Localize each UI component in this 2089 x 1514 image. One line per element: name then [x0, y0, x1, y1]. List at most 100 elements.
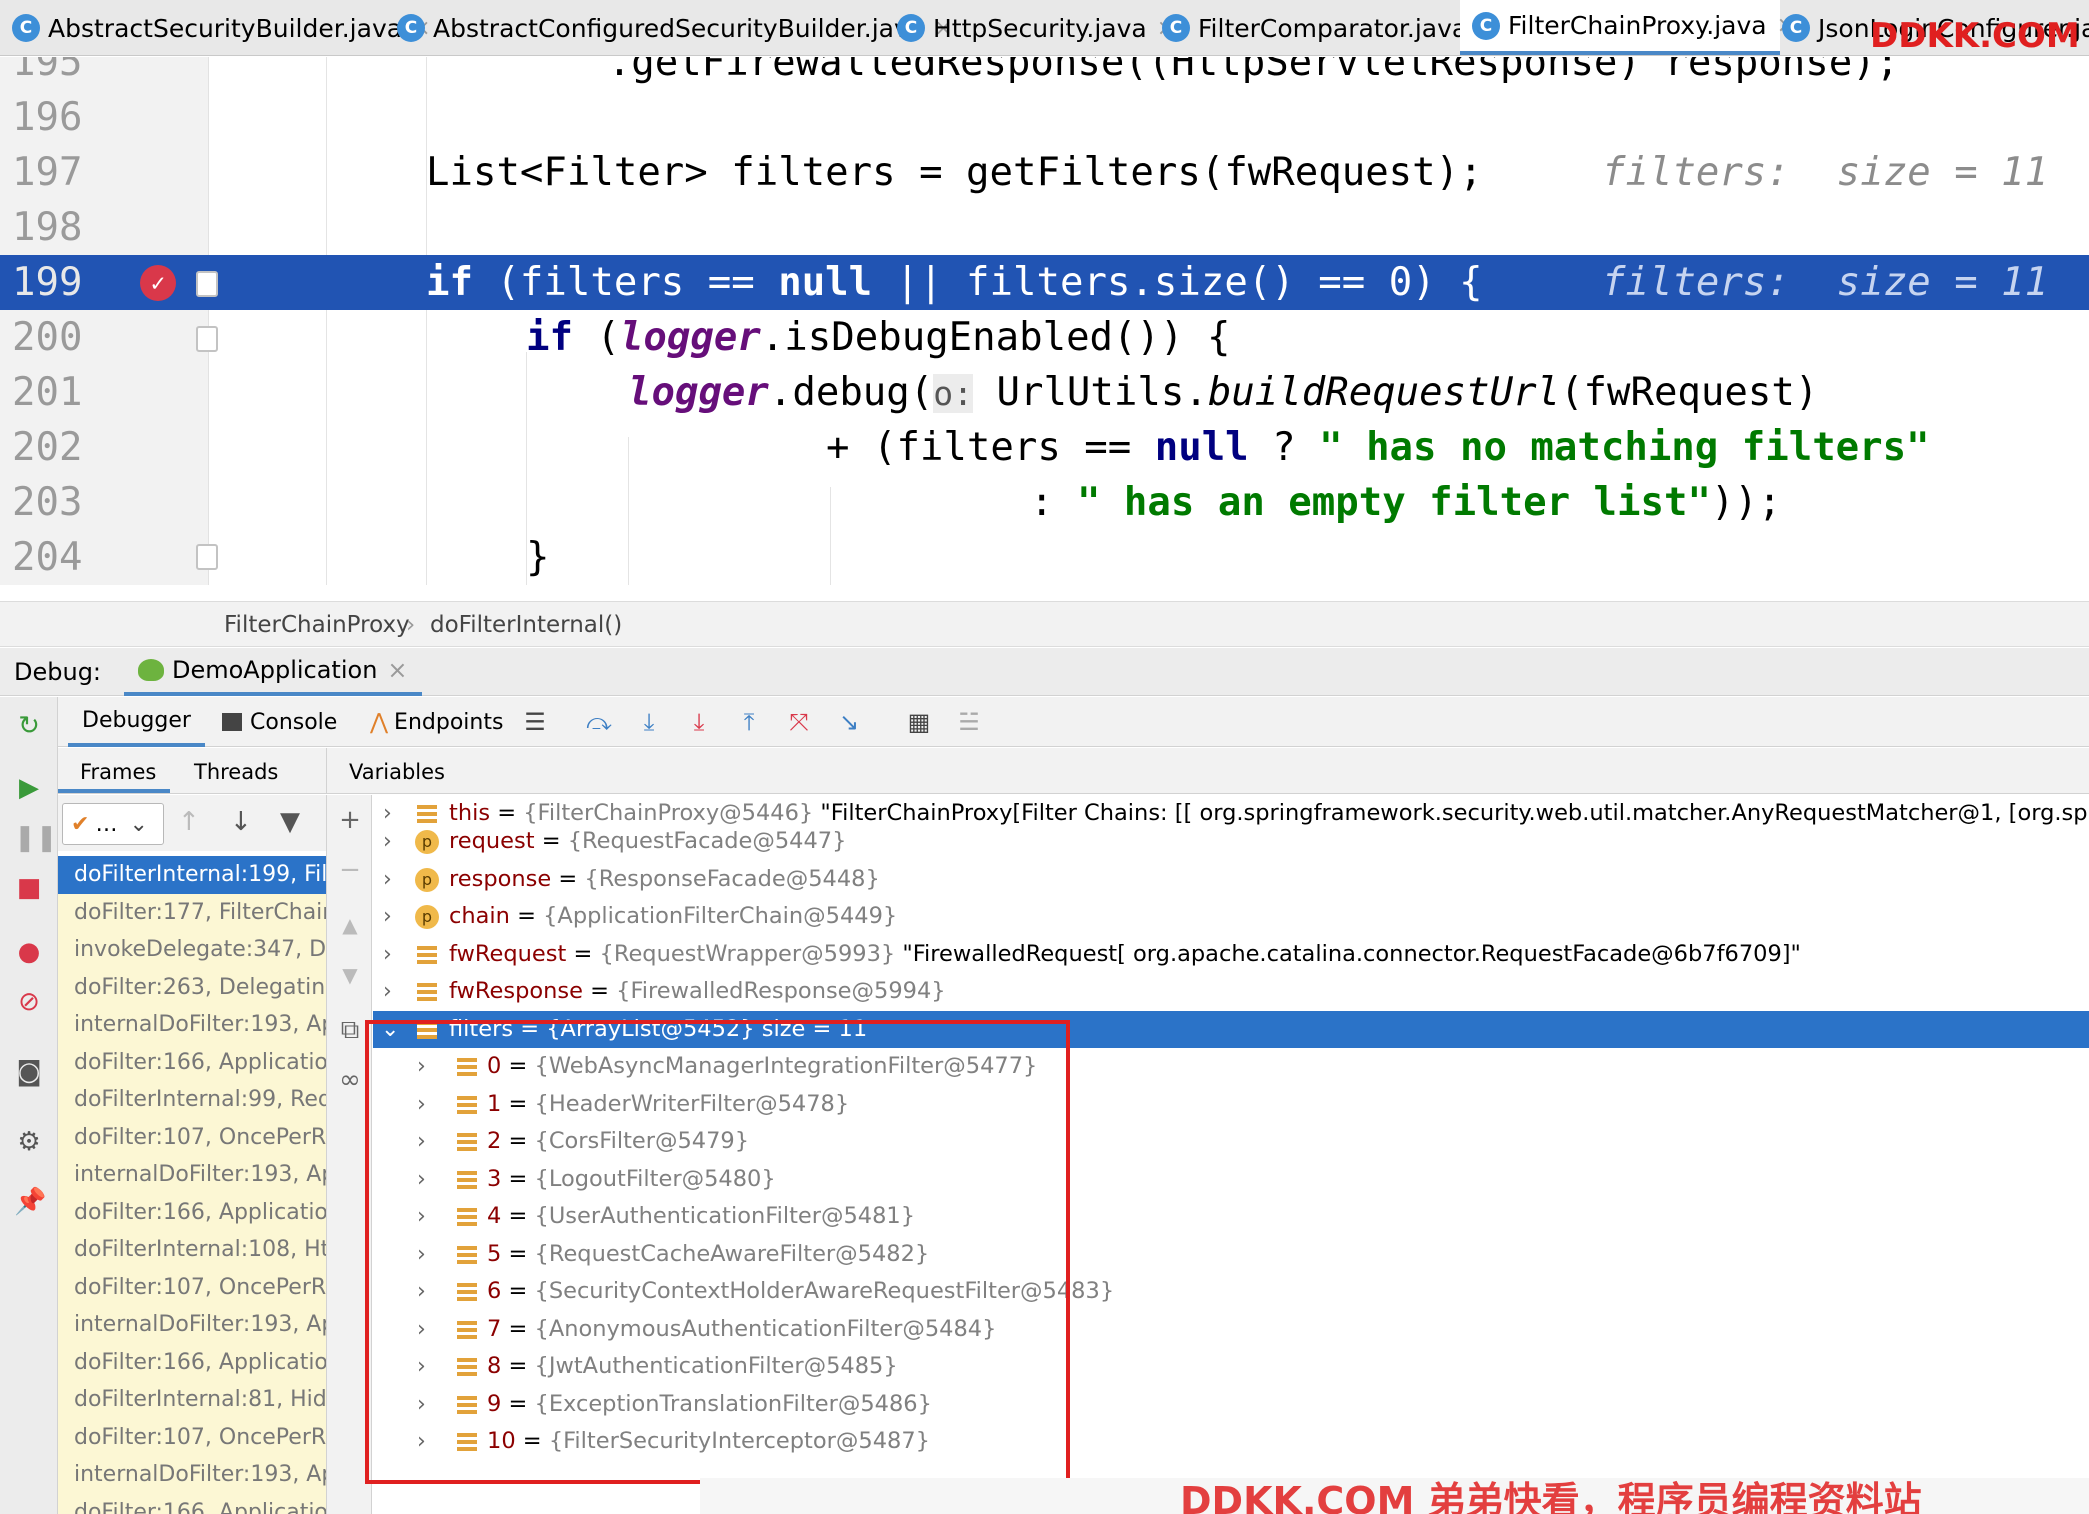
- step-over-icon[interactable]: ⤓: [634, 707, 664, 737]
- filter-item[interactable]: › 7 = {AnonymousAuthenticationFilter@5484…: [373, 1311, 2089, 1349]
- tab-filter-comparator[interactable]: CFilterComparator.java×: [1150, 0, 1496, 55]
- menu-icon[interactable]: ☰: [520, 707, 550, 737]
- resume-icon[interactable]: ▶: [14, 773, 44, 803]
- step-into-icon[interactable]: ⤓: [684, 707, 714, 737]
- chevron-right-icon[interactable]: ›: [417, 1086, 426, 1124]
- tab-threads[interactable]: Threads: [194, 760, 278, 784]
- filter-item[interactable]: › 4 = {UserAuthenticationFilter@5481}: [373, 1198, 2089, 1236]
- chevron-right-icon[interactable]: ›: [417, 1311, 426, 1349]
- filter-item[interactable]: › 2 = {CorsFilter@5479}: [373, 1123, 2089, 1161]
- frame-item[interactable]: doFilter:107, OncePerRe: [58, 1119, 326, 1157]
- tab-abstract-configured-security-builder[interactable]: C AbstractConfiguredSecurityBuilder.java ×: [385, 0, 953, 55]
- rerun-icon[interactable]: ↻: [14, 711, 44, 741]
- code-line-204[interactable]: 204 }: [0, 530, 2089, 585]
- frame-item[interactable]: internalDoFilter:193, Ap: [58, 1006, 326, 1044]
- frame-item[interactable]: doFilter:166, Applicatior: [58, 1194, 326, 1232]
- view-breakpoints-icon[interactable]: ●: [14, 937, 44, 967]
- code-line-200[interactable]: 200 if (logger.isDebugEnabled()) {: [0, 310, 2089, 365]
- run-to-cursor-icon[interactable]: ↘: [834, 707, 864, 737]
- chevron-right-icon[interactable]: ›: [417, 1348, 426, 1386]
- drop-frame-icon[interactable]: ⤧: [784, 707, 814, 737]
- copy-icon[interactable]: ⧉: [335, 1015, 365, 1046]
- stop-icon[interactable]: ■: [14, 873, 44, 903]
- chevron-right-icon[interactable]: ›: [417, 1198, 426, 1236]
- evaluate-expression-icon[interactable]: ▦: [904, 707, 934, 737]
- variable-row-fwresponse[interactable]: › fwResponse = {FirewalledResponse@5994}: [373, 973, 2089, 1011]
- frame-item[interactable]: internalDoFilter:193, Ap: [58, 1456, 326, 1494]
- camera-icon[interactable]: ◙: [14, 1057, 44, 1087]
- add-watch-icon[interactable]: +: [335, 805, 365, 835]
- variable-row-fwrequest[interactable]: › fwRequest = {RequestWrapper@5993} "Fir…: [373, 936, 2089, 974]
- frame-item[interactable]: internalDoFilter:193, Ap: [58, 1306, 326, 1344]
- tab-console[interactable]: Console: [208, 697, 351, 747]
- chevron-right-icon[interactable]: ›: [383, 936, 392, 974]
- chevron-right-icon[interactable]: ›: [417, 1048, 426, 1086]
- breadcrumb-method[interactable]: doFilterInternal(): [430, 612, 622, 638]
- frame-item[interactable]: doFilter:107, OncePerRe: [58, 1269, 326, 1307]
- glasses-icon[interactable]: ∞: [335, 1065, 365, 1095]
- breadcrumb-class[interactable]: FilterChainProxy: [224, 612, 410, 638]
- code-line-195[interactable]: 195 .getFirewalledResponse((HttpServletR…: [0, 57, 2089, 90]
- arrow-down-icon[interactable]: ↓: [230, 807, 252, 837]
- tab-http-security[interactable]: CHttpSecurity.java×: [885, 0, 1175, 55]
- frame-item[interactable]: doFilterInternal:81, Hidd: [58, 1381, 326, 1419]
- code-line-201[interactable]: 201 logger.debug(o: UrlUtils.buildReques…: [0, 365, 2089, 420]
- filter-item[interactable]: › 9 = {ExceptionTranslationFilter@5486}: [373, 1386, 2089, 1424]
- frame-item[interactable]: internalDoFilter:193, Ap: [58, 1156, 326, 1194]
- code-line-199-current[interactable]: 199 ✓ if (filters == null || filters.siz…: [0, 255, 2089, 310]
- move-up-icon[interactable]: ▲: [335, 913, 365, 937]
- frame-item[interactable]: doFilter:107, OncePerRe: [58, 1419, 326, 1457]
- tab-debugger[interactable]: Debugger: [68, 697, 205, 747]
- frame-item[interactable]: doFilterInternal:99, Requ: [58, 1081, 326, 1119]
- chevron-right-icon[interactable]: ›: [417, 1161, 426, 1199]
- tab-filter-chain-proxy[interactable]: CFilterChainProxy.java×: [1460, 0, 1795, 55]
- debug-session-tab[interactable]: DemoApplication ×: [124, 648, 422, 696]
- remove-watch-icon[interactable]: −: [335, 855, 365, 885]
- chevron-right-icon[interactable]: ›: [417, 1273, 426, 1311]
- frame-item[interactable]: doFilterInternal:199, Filt: [58, 856, 326, 894]
- code-line-202[interactable]: 202 + (filters == null ? " has no matchi…: [0, 420, 2089, 475]
- frame-item[interactable]: doFilterInternal:108, Htt: [58, 1231, 326, 1269]
- filter-item[interactable]: › 6 = {SecurityContextHolderAwareRequestF…: [373, 1273, 2089, 1311]
- filter-item[interactable]: › 8 = {JwtAuthenticationFilter@5485}: [373, 1348, 2089, 1386]
- frame-item[interactable]: invokeDelegate:347, De: [58, 931, 326, 969]
- frame-item[interactable]: doFilter:263, Delegating: [58, 969, 326, 1007]
- variable-row-response[interactable]: › p response = {ResponseFacade@5448}: [373, 861, 2089, 899]
- chevron-right-icon[interactable]: ›: [383, 898, 392, 936]
- pin-icon[interactable]: 📌: [14, 1187, 46, 1217]
- filter-item[interactable]: › 10 = {FilterSecurityInterceptor@5487}: [373, 1423, 2089, 1461]
- chevron-right-icon[interactable]: ›: [383, 973, 392, 1011]
- filter-icon[interactable]: ▼: [280, 807, 300, 837]
- code-line-198[interactable]: 198: [0, 200, 2089, 255]
- filter-item[interactable]: › 1 = {HeaderWriterFilter@5478}: [373, 1086, 2089, 1124]
- frame-item[interactable]: doFilter:166, Applicatior: [58, 1344, 326, 1382]
- mute-breakpoints-icon[interactable]: ⊘: [14, 987, 44, 1017]
- chevron-right-icon[interactable]: ›: [417, 1386, 426, 1424]
- chevron-down-icon[interactable]: ⌄: [381, 1011, 399, 1049]
- fold-marker-icon[interactable]: [196, 271, 218, 297]
- fold-marker-icon[interactable]: [196, 544, 218, 570]
- settings-icon[interactable]: ⚙: [14, 1127, 44, 1157]
- arrow-up-icon[interactable]: ↑: [178, 807, 200, 837]
- step-out-icon[interactable]: ⤒: [734, 707, 764, 737]
- show-execution-point-icon[interactable]: ⤼: [584, 707, 614, 737]
- tab-endpoints[interactable]: ⋀ Endpoints: [356, 697, 517, 747]
- chevron-right-icon[interactable]: ›: [417, 1123, 426, 1161]
- chevron-right-icon[interactable]: ›: [383, 861, 392, 899]
- close-icon[interactable]: ×: [387, 656, 407, 684]
- variable-row-filters[interactable]: ⌄ filters = {ArrayList@5452} size = 11: [373, 1010, 2089, 1049]
- thread-selector[interactable]: ✔… ⌄: [62, 803, 164, 845]
- frame-item[interactable]: doFilter:166, Applicatior: [58, 1494, 326, 1514]
- filter-item[interactable]: › 5 = {RequestCacheAwareFilter@5482}: [373, 1236, 2089, 1274]
- variable-row-request[interactable]: › p request = {RequestFacade@5447}: [373, 823, 2089, 861]
- trace-icon[interactable]: ☱: [954, 707, 984, 737]
- filter-item[interactable]: › 0 = {WebAsyncManagerIntegrationFilter@5…: [373, 1048, 2089, 1086]
- tab-frames[interactable]: Frames: [80, 760, 156, 784]
- variable-row-chain[interactable]: › p chain = {ApplicationFilterChain@5449…: [373, 898, 2089, 936]
- code-editor[interactable]: 195 .getFirewalledResponse((HttpServletR…: [0, 57, 2089, 585]
- frame-item[interactable]: doFilter:177, FilterChain: [58, 894, 326, 932]
- move-down-icon[interactable]: ▼: [335, 963, 365, 987]
- chevron-right-icon[interactable]: ›: [417, 1236, 426, 1274]
- tab-abstract-security-builder[interactable]: CAbstractSecurityBuilder.java×: [0, 0, 431, 55]
- frame-item[interactable]: doFilter:166, Applicatior: [58, 1044, 326, 1082]
